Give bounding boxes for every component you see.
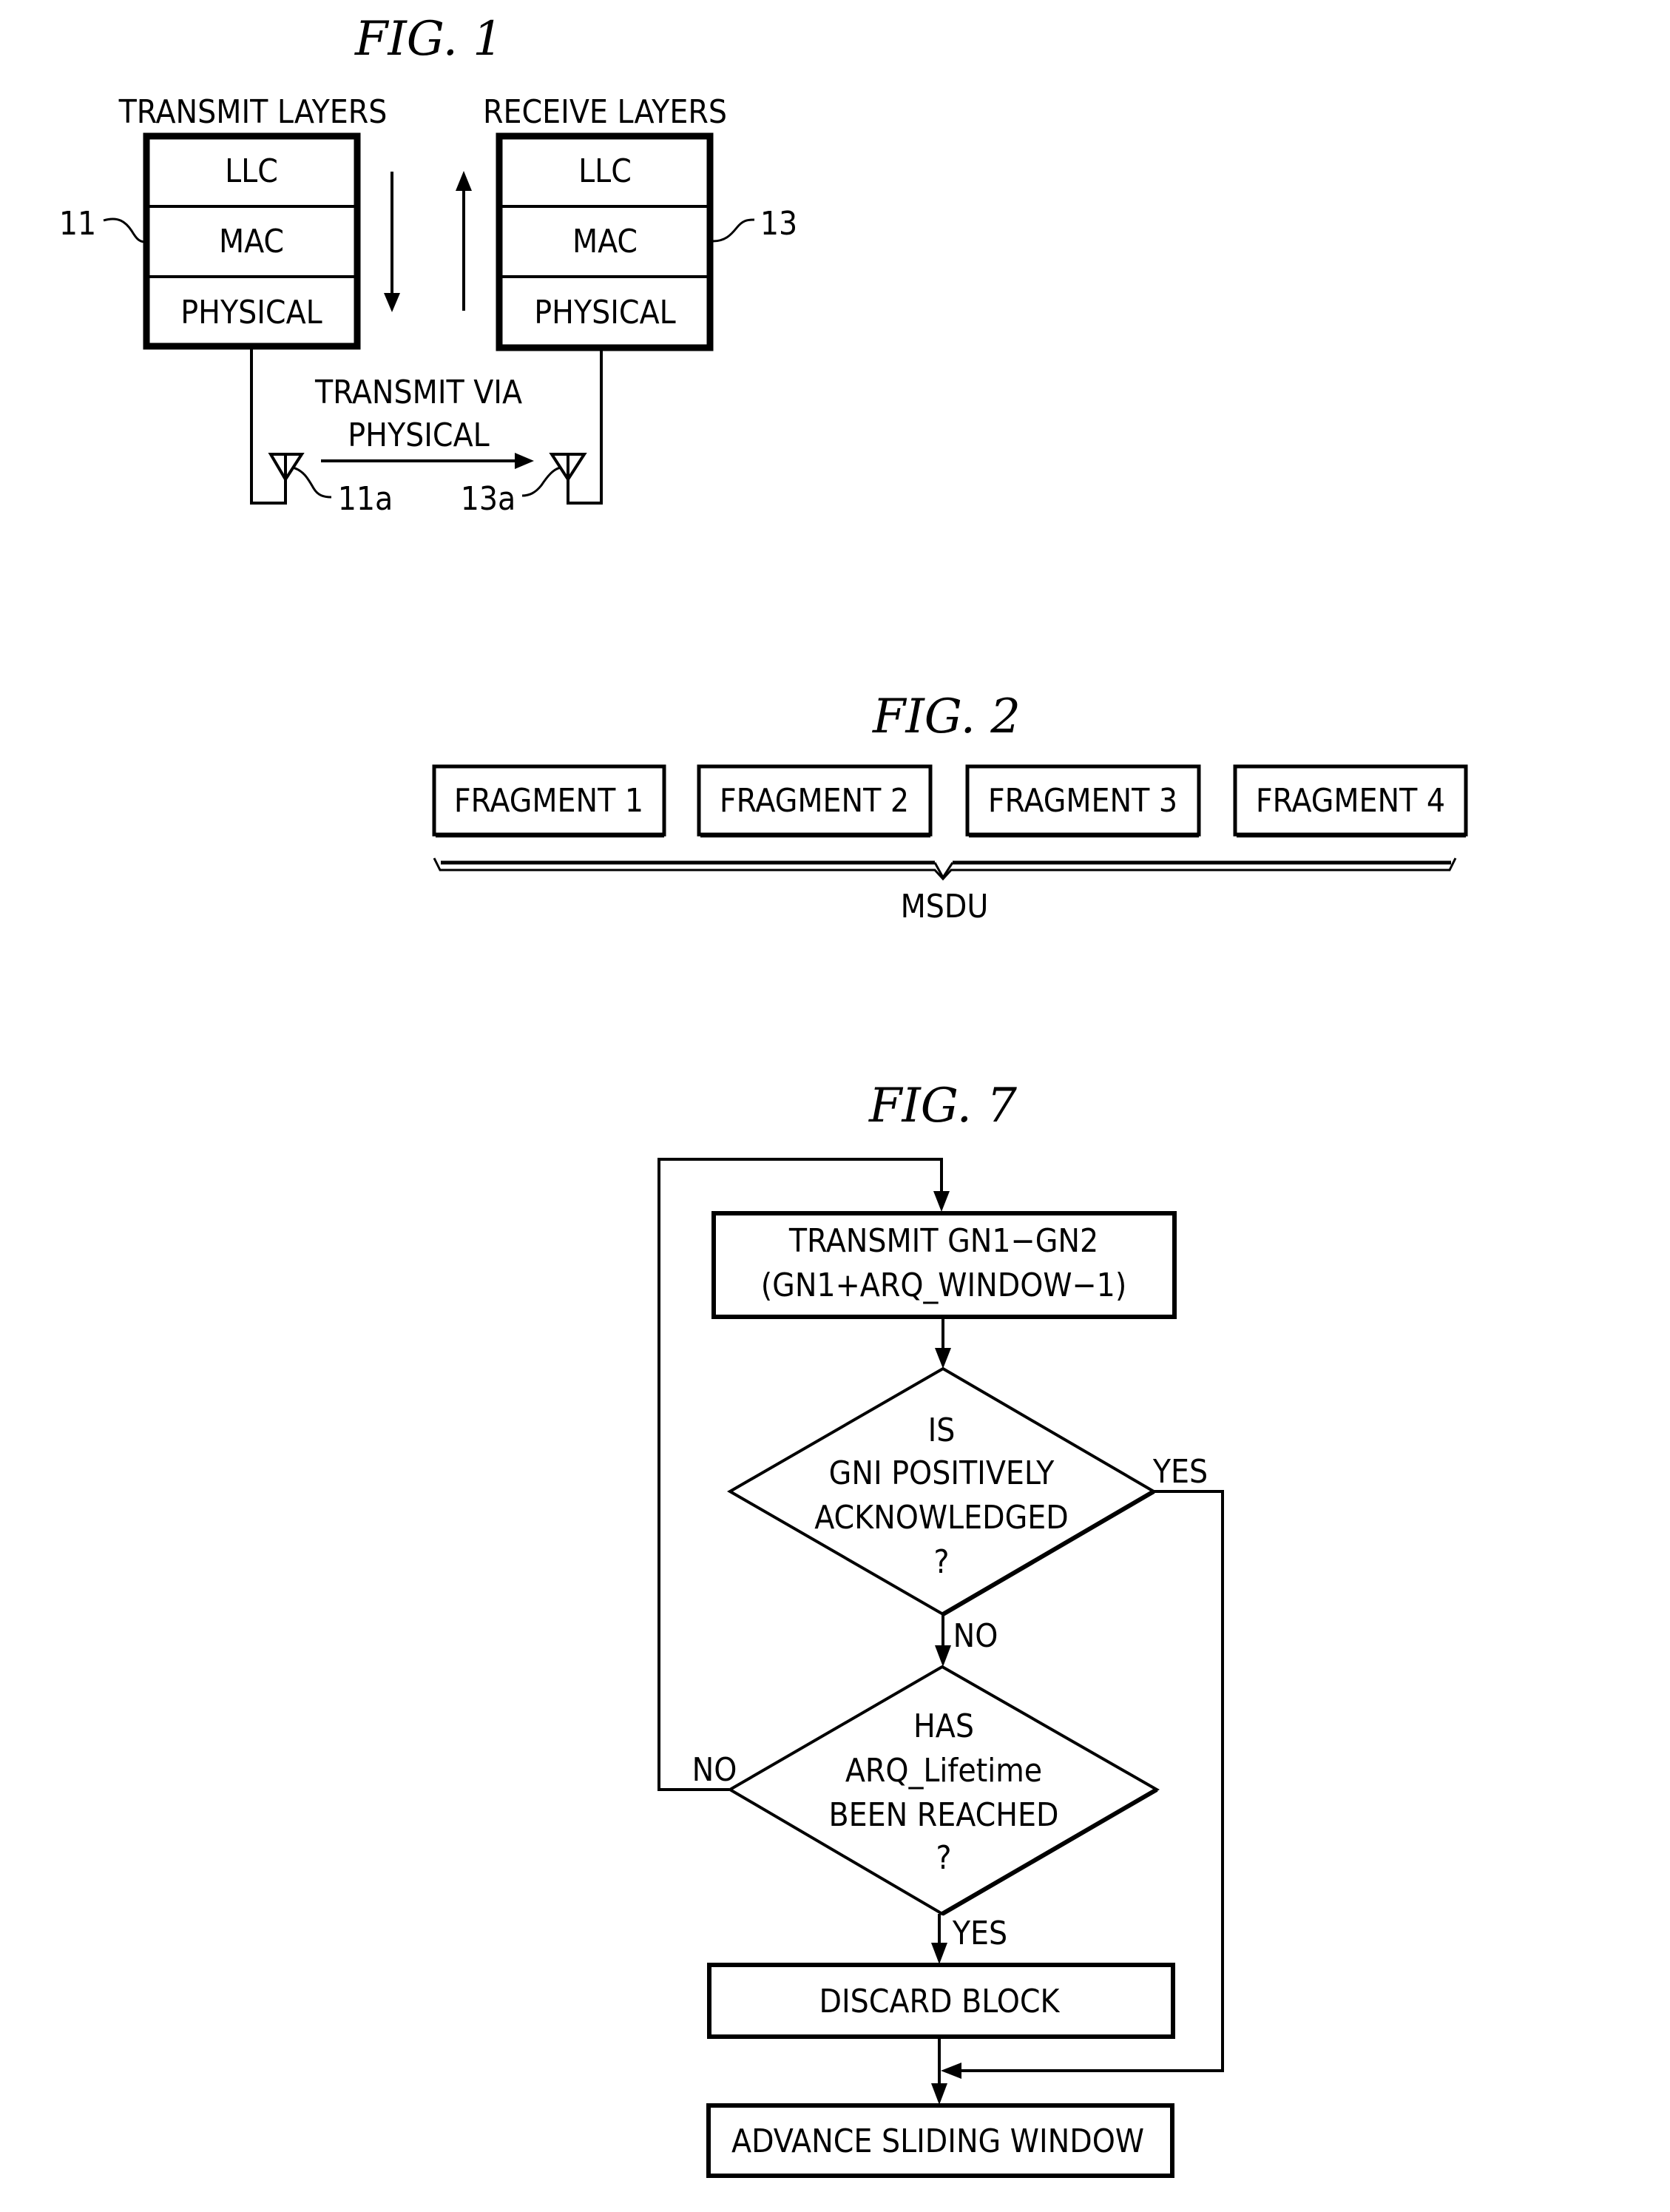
decision2-line: BEEN REACHED	[828, 1796, 1058, 1834]
decision2-line: HAS	[913, 1707, 974, 1745]
fragment-label: FRAGMENT 2	[720, 782, 909, 820]
fragment-box: FRAGMENT 4	[1233, 764, 1468, 837]
antenna-rx-icon	[549, 453, 587, 482]
receive-ref-leader	[712, 218, 755, 243]
transmit-layers-heading: TRANSMIT LAYERS	[118, 93, 388, 131]
antenna-rx-ref: 13a	[461, 480, 516, 518]
fig7: FIG. 7 TRANSMIT GN1−GN2 (GN1+ARQ_WINDOW−…	[657, 1079, 1224, 2178]
decision1-yes-label: YES	[1152, 1453, 1208, 1491]
decision1-line: ?	[933, 1543, 949, 1581]
transmit-box-line2: (GN1+ARQ_WINDOW−1)	[761, 1267, 1127, 1304]
decision2-no-label: NO	[692, 1751, 737, 1789]
antenna-tx-icon	[268, 453, 305, 482]
up-arrow-icon	[456, 171, 472, 191]
arrow-head-icon	[935, 1645, 951, 1667]
transmit-box-line1: TRANSMIT GN1−GN2	[788, 1222, 1098, 1260]
decision1-line: IS	[928, 1412, 956, 1449]
decision2-line: ?	[936, 1839, 951, 1877]
decision-acknowledged: IS GNI POSITIVELY ACKNOWLEDGED ?	[726, 1366, 1157, 1616]
arrow-head-icon	[931, 2083, 947, 2105]
transmit-wire	[250, 349, 287, 505]
discard-block-box: DISCARD BLOCK	[707, 1963, 1175, 2039]
fig2: FIG. 2 FRAGMENT 1 FRAGMENT 2 FRAGMENT 3 …	[432, 689, 1468, 925]
antenna-rx-leader	[521, 466, 561, 497]
fig1: FIG. 1 TRANSMIT LAYERS RECEIVE LAYERS LL…	[59, 12, 797, 518]
arrow-head-icon	[931, 1943, 947, 1964]
fragment-box: FRAGMENT 1	[432, 764, 666, 837]
transmit-stack-ref: 11	[59, 205, 96, 243]
decision1-line: GNI POSITIVELY	[829, 1454, 1055, 1492]
transmit-process-box: TRANSMIT GN1−GN2 (GN1+ARQ_WINDOW−1)	[711, 1211, 1177, 1319]
fragment-box: FRAGMENT 2	[697, 764, 933, 837]
receive-layer-stack: LLC MAC PHYSICAL	[496, 132, 714, 351]
antenna-tx-ref: 11a	[338, 480, 393, 518]
msdu-brace	[433, 857, 1457, 881]
antenna-tx-leader	[292, 466, 332, 499]
arrow-head-icon	[935, 1348, 951, 1369]
down-arrow-icon	[384, 293, 400, 312]
receive-layer-llc: LLC	[578, 152, 632, 190]
fragment-box: FRAGMENT 3	[965, 764, 1201, 837]
transmit-layer-mac: MAC	[219, 223, 284, 260]
transmit-via-label-line2: PHYSICAL	[348, 417, 489, 454]
receive-stack-ref: 13	[760, 205, 797, 243]
fig1-title: FIG. 1	[354, 12, 503, 67]
decision1-no-label: NO	[953, 1617, 998, 1655]
transmit-layer-physical: PHYSICAL	[180, 294, 322, 331]
transmit-layer-llc: LLC	[225, 152, 278, 190]
fragment-label: FRAGMENT 1	[454, 782, 643, 820]
patent-drawing-sheet: FIG. 1 TRANSMIT LAYERS RECEIVE LAYERS LL…	[59, 12, 1468, 2178]
receive-wire	[567, 349, 603, 505]
advance-sliding-window-label: ADVANCE SLIDING WINDOW	[731, 2122, 1144, 2160]
fragment-label: FRAGMENT 4	[1256, 782, 1445, 820]
receive-layer-mac: MAC	[572, 223, 638, 260]
transmit-layer-stack: LLC MAC PHYSICAL	[143, 132, 361, 350]
discard-block-label: DISCARD BLOCK	[819, 1983, 1061, 2020]
fig2-title: FIG. 2	[872, 689, 1021, 744]
decision2-line: ARQ_Lifetime	[845, 1752, 1042, 1790]
decision-lifetime-reached: HAS ARQ_Lifetime BEEN REACHED ?	[727, 1665, 1160, 1916]
transmit-ref-leader	[103, 218, 146, 243]
fig7-title: FIG. 7	[868, 1079, 1017, 1133]
arrow-head-icon	[933, 1191, 950, 1212]
fragment-label: FRAGMENT 3	[988, 782, 1177, 820]
transmit-via-arrow-icon	[515, 453, 534, 469]
arrow-head-icon	[941, 2063, 961, 2079]
receive-layer-physical: PHYSICAL	[534, 294, 675, 331]
decision2-yes-label: YES	[952, 1915, 1007, 1952]
receive-layers-heading: RECEIVE LAYERS	[483, 93, 727, 131]
transmit-via-label-line1: TRANSMIT VIA	[314, 374, 522, 411]
msdu-label: MSDU	[901, 888, 989, 925]
advance-sliding-window-box: ADVANCE SLIDING WINDOW	[706, 2103, 1174, 2178]
decision1-line: ACKNOWLEDGED	[814, 1499, 1069, 1537]
